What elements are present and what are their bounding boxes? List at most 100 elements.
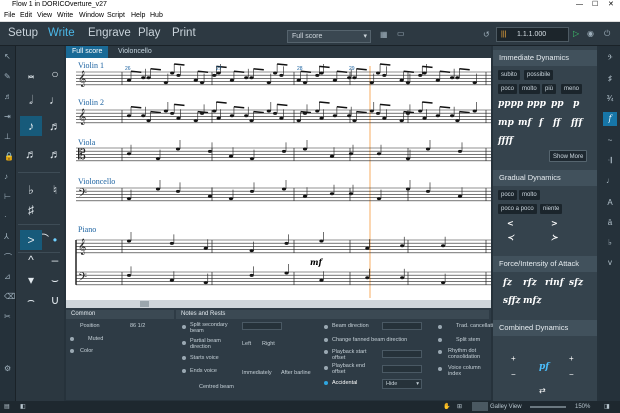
fermata-button[interactable]: ⌢ [20, 290, 42, 310]
score-dynamic-mf[interactable]: mf [310, 257, 323, 267]
eighth-note-icon[interactable]: ♪ [20, 116, 42, 136]
immediate-dynamics-header[interactable]: Immediate Dynamics [493, 50, 597, 66]
eraser-icon[interactable]: ⌫ [4, 292, 15, 301]
slice-icon[interactable]: ✂ [4, 312, 11, 321]
chip-possibile[interactable]: possibile [524, 70, 554, 80]
figured-bass-icon[interactable]: v [603, 256, 617, 270]
crescendo-icon[interactable]: < [507, 218, 514, 228]
tie-icon[interactable]: ⌒ [4, 252, 12, 263]
menu-hub[interactable]: Hub [150, 10, 163, 22]
menu-edit[interactable]: Edit [20, 10, 32, 22]
tab-full-score[interactable]: Full score [66, 46, 109, 58]
ornaments-icon[interactable]: ~ [603, 134, 617, 148]
clef-icon[interactable]: 𝄢 [603, 52, 617, 66]
repeat-icon[interactable]: 𝄇 [603, 154, 617, 168]
color-toggle[interactable] [70, 349, 74, 353]
stress-button[interactable]: ⌣ [44, 270, 66, 290]
menu-script[interactable]: Script [107, 10, 125, 22]
status-left-icon[interactable]: ▤ [4, 401, 10, 413]
chords-icon[interactable]: ♬ [4, 92, 12, 101]
muted-toggle[interactable] [70, 337, 74, 341]
brush-icon[interactable]: ⊿ [4, 272, 11, 281]
hand-tool-icon[interactable]: ✋ [443, 401, 450, 413]
maximize-button[interactable]: ☐ [592, 0, 598, 10]
menu-help[interactable]: Help [131, 10, 145, 22]
chip-poco[interactable]: poco [498, 190, 518, 200]
dynamic-fz[interactable]: fz [503, 278, 512, 288]
record-icon[interactable]: ⏻ [604, 29, 610, 39]
toggle[interactable] [438, 367, 442, 371]
notes-panel-toggle-icon[interactable]: ◧ [20, 401, 26, 413]
natural-icon[interactable]: ♮ [44, 180, 66, 200]
chord-symbol-icon[interactable]: ♭ [603, 236, 617, 250]
menu-file[interactable]: File [4, 10, 15, 22]
dynamic-ffff[interactable]: ffff [498, 136, 513, 146]
score-svg[interactable]: 𝄢𝄞𝄢𝄡𝄞𝄞 Violin 1 Violin 2 Viola Violoncel… [66, 58, 491, 300]
staccatissimo-button[interactable]: ▾ [20, 270, 42, 290]
settings-icon[interactable]: ⚙ [4, 364, 11, 373]
dynamic-mp[interactable]: mp [498, 118, 514, 128]
accidental-select[interactable]: Hide ▾ [382, 379, 422, 389]
force-intensity-header[interactable]: Force/Intensity of Attack [493, 256, 597, 272]
loop-icon[interactable]: ↺ [483, 30, 490, 39]
hairpin-niente-dim-icon[interactable]: ≻ [551, 232, 558, 242]
section-notes-rests-header[interactable]: Notes and Rests [176, 310, 489, 319]
plus-icon[interactable]: + [569, 354, 574, 363]
play-icon[interactable]: ▷ [573, 29, 579, 38]
toggle[interactable] [182, 325, 186, 329]
diminuendo-icon[interactable]: > [551, 218, 558, 228]
mode-print[interactable]: Print [172, 27, 196, 39]
layout-selector[interactable]: Full score ▾ [287, 30, 371, 43]
swap-icon[interactable]: ⇄ [539, 386, 546, 395]
toggle[interactable] [182, 369, 186, 373]
chip-molto[interactable]: molto [519, 84, 540, 94]
combined-dynamic-value[interactable]: pf [539, 362, 549, 372]
horizontal-scrollbar[interactable] [66, 300, 491, 308]
force-duration-icon[interactable]: ⊥ [4, 132, 11, 141]
beam-direction-field[interactable] [382, 322, 422, 330]
breve-icon[interactable]: 𝅜 [20, 64, 42, 84]
hairpin-niente-cresc-icon[interactable]: ≺ [507, 232, 514, 242]
sharp-icon[interactable]: ♯ [20, 200, 42, 220]
chip-molto[interactable]: molto [519, 190, 540, 200]
chip-poco[interactable]: poco [498, 84, 518, 94]
dynamics-icon[interactable]: f [603, 112, 617, 126]
thirtysecond-note-icon[interactable]: ♬ [20, 144, 42, 164]
tempo-icon[interactable]: ♩ [603, 174, 617, 188]
toggle-on[interactable] [324, 381, 328, 385]
minus-icon[interactable]: − [569, 370, 574, 379]
zoom-slider[interactable] [530, 406, 566, 408]
stop-icon[interactable]: ◉ [587, 29, 594, 38]
toggle[interactable] [182, 356, 186, 360]
playback-end-field[interactable] [382, 365, 422, 373]
select-arrow-icon[interactable]: ↖ [4, 52, 11, 61]
mode-engrave[interactable]: Engrave [88, 27, 131, 39]
score-canvas[interactable]: 𝄢 𝄞 𝄢 𝄡 𝄞 𝄞 Violin 1 Violin 2 Viola Violoncel… [66, 58, 491, 300]
grid-icon[interactable]: ⊞ [457, 401, 462, 413]
dynamic-rfz[interactable]: rfz [523, 278, 537, 288]
insert-icon[interactable]: ⇥ [4, 112, 11, 121]
dynamic-mf[interactable]: mf [518, 118, 531, 128]
unstress-button[interactable]: ∪ [44, 290, 66, 310]
chip-subito[interactable]: subito [498, 70, 521, 80]
time-counter[interactable]: ||| 1.1.1.000 [496, 27, 569, 42]
after-barline-option[interactable]: After barline [281, 370, 311, 376]
key-signature-icon[interactable]: ♯ [603, 72, 617, 86]
toggle[interactable] [438, 350, 442, 354]
immediately-option[interactable]: Immediately [242, 370, 272, 376]
chip-meno[interactable]: meno [561, 84, 583, 94]
time-signature-icon[interactable]: ¾ [603, 92, 617, 106]
plus-icon[interactable]: + [511, 354, 516, 363]
page-view-icon[interactable]: ▦ [380, 30, 388, 39]
quarter-note-icon[interactable]: ♩ [44, 90, 66, 110]
dynamic-pp[interactable]: pp [551, 99, 564, 109]
galley-view-label[interactable]: Galley View [490, 401, 522, 413]
dynamic-mfz[interactable]: mfz [523, 296, 542, 306]
playback-start-field[interactable] [382, 350, 422, 358]
minus-icon[interactable]: − [511, 370, 516, 379]
flat-icon[interactable]: ♭ [20, 180, 42, 200]
mode-play[interactable]: Play [138, 27, 160, 39]
menu-write[interactable]: Write [57, 10, 73, 22]
stem-icon[interactable]: ⅄ [4, 232, 9, 241]
zoom-value[interactable]: 150% [575, 401, 590, 413]
